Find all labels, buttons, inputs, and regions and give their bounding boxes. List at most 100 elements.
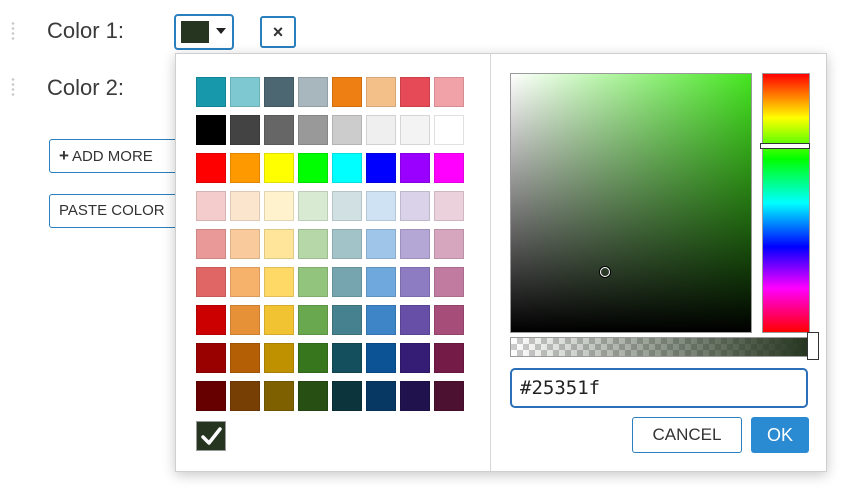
palette-swatch[interactable] xyxy=(230,343,260,373)
palette-swatch[interactable] xyxy=(264,343,294,373)
palette-swatch[interactable] xyxy=(298,229,328,259)
selected-color-swatch[interactable] xyxy=(196,421,226,451)
saturation-value-cursor[interactable] xyxy=(600,267,610,277)
palette-swatch[interactable] xyxy=(366,305,396,335)
palette-swatch[interactable] xyxy=(400,115,430,145)
palette-swatch[interactable] xyxy=(366,381,396,411)
palette-swatch[interactable] xyxy=(230,153,260,183)
color-1-picker-button[interactable] xyxy=(174,14,234,50)
hue-slider-handle[interactable] xyxy=(760,143,810,149)
palette-swatch[interactable] xyxy=(400,77,430,107)
palette-swatch[interactable] xyxy=(434,305,464,335)
palette-swatch[interactable] xyxy=(366,267,396,297)
palette-swatch[interactable] xyxy=(230,381,260,411)
ok-button[interactable]: OK xyxy=(751,417,809,453)
drag-handle-icon[interactable] xyxy=(11,21,15,41)
color-1-label: Color 1: xyxy=(47,18,125,43)
alpha-slider-handle[interactable] xyxy=(807,332,819,360)
palette-swatch[interactable] xyxy=(400,191,430,221)
palette-swatch[interactable] xyxy=(196,305,226,335)
palette-swatch[interactable] xyxy=(230,229,260,259)
remove-color-button[interactable]: × xyxy=(260,16,296,48)
palette-grid xyxy=(196,77,464,411)
palette-swatch[interactable] xyxy=(298,77,328,107)
palette-swatch[interactable] xyxy=(264,305,294,335)
palette-swatch[interactable] xyxy=(332,191,362,221)
palette-swatch[interactable] xyxy=(332,115,362,145)
color-picker-popup: CANCEL OK xyxy=(175,53,827,472)
palette-swatch[interactable] xyxy=(332,153,362,183)
palette-swatch[interactable] xyxy=(400,305,430,335)
saturation-value-field[interactable] xyxy=(510,73,752,333)
palette-swatch[interactable] xyxy=(264,153,294,183)
palette-swatch[interactable] xyxy=(264,115,294,145)
palette-swatch[interactable] xyxy=(400,381,430,411)
palette-swatch[interactable] xyxy=(298,267,328,297)
palette-swatch[interactable] xyxy=(400,153,430,183)
palette-swatch[interactable] xyxy=(332,267,362,297)
palette-swatch[interactable] xyxy=(332,381,362,411)
palette-swatch[interactable] xyxy=(230,267,260,297)
palette-swatch[interactable] xyxy=(366,77,396,107)
palette-swatch[interactable] xyxy=(434,381,464,411)
palette-swatch[interactable] xyxy=(230,115,260,145)
palette-swatch[interactable] xyxy=(264,77,294,107)
paste-colors-label: PASTE COLOR xyxy=(59,202,165,219)
palette-swatch[interactable] xyxy=(366,115,396,145)
alpha-slider[interactable] xyxy=(510,337,810,357)
palette-swatch[interactable] xyxy=(298,115,328,145)
palette-swatch[interactable] xyxy=(264,381,294,411)
palette-swatch[interactable] xyxy=(196,267,226,297)
palette-swatch[interactable] xyxy=(434,115,464,145)
current-color-swatch xyxy=(181,21,209,43)
palette-swatch[interactable] xyxy=(366,191,396,221)
palette-swatch[interactable] xyxy=(230,77,260,107)
palette-swatch[interactable] xyxy=(196,153,226,183)
checkmark-icon xyxy=(201,427,222,445)
palette-swatch[interactable] xyxy=(298,381,328,411)
ok-label: OK xyxy=(766,424,793,445)
hex-color-input[interactable] xyxy=(510,368,808,408)
palette-swatch[interactable] xyxy=(196,191,226,221)
cancel-label: CANCEL xyxy=(652,425,722,444)
palette-swatch[interactable] xyxy=(434,77,464,107)
palette-swatch[interactable] xyxy=(434,191,464,221)
palette-swatch[interactable] xyxy=(400,267,430,297)
palette-swatch[interactable] xyxy=(196,381,226,411)
palette-swatch[interactable] xyxy=(196,115,226,145)
add-more-label: ADD MORE xyxy=(71,148,153,165)
palette-swatch[interactable] xyxy=(196,343,226,373)
palette-swatch[interactable] xyxy=(366,153,396,183)
palette-swatch[interactable] xyxy=(264,229,294,259)
palette-swatch[interactable] xyxy=(230,191,260,221)
palette-swatch[interactable] xyxy=(332,77,362,107)
palette-swatch[interactable] xyxy=(400,343,430,373)
palette-swatch[interactable] xyxy=(366,343,396,373)
palette-swatch[interactable] xyxy=(400,229,430,259)
palette-swatch[interactable] xyxy=(230,305,260,335)
close-icon: × xyxy=(272,21,284,42)
palette-swatch[interactable] xyxy=(298,305,328,335)
color-2-label: Color 2: xyxy=(47,75,125,100)
palette-swatch[interactable] xyxy=(298,153,328,183)
cancel-button[interactable]: CANCEL xyxy=(632,417,742,453)
palette-swatch[interactable] xyxy=(366,229,396,259)
palette-swatch[interactable] xyxy=(434,153,464,183)
hue-slider[interactable] xyxy=(762,73,810,333)
palette-swatch[interactable] xyxy=(264,267,294,297)
palette-swatch[interactable] xyxy=(434,229,464,259)
palette-swatch[interactable] xyxy=(332,305,362,335)
palette-swatch[interactable] xyxy=(434,343,464,373)
drag-handle-icon[interactable] xyxy=(11,77,15,97)
palette-swatch[interactable] xyxy=(298,191,328,221)
palette-swatch[interactable] xyxy=(196,77,226,107)
palette-swatch[interactable] xyxy=(196,229,226,259)
palette-swatch[interactable] xyxy=(332,229,362,259)
alpha-gradient xyxy=(511,338,809,356)
palette-swatch[interactable] xyxy=(298,343,328,373)
palette-swatch[interactable] xyxy=(264,191,294,221)
palette-swatch[interactable] xyxy=(434,267,464,297)
palette-swatch[interactable] xyxy=(332,343,362,373)
plus-icon: + xyxy=(59,146,69,165)
palette-pane xyxy=(176,54,491,471)
